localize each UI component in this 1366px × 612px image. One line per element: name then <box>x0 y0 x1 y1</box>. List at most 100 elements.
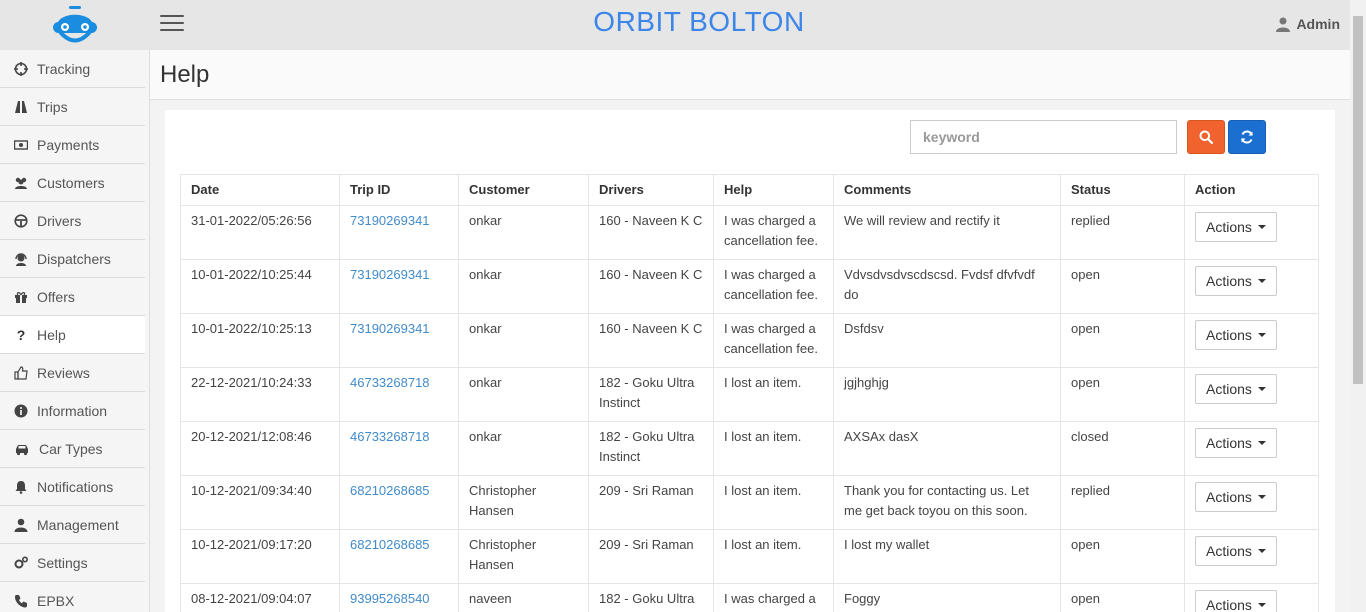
cell-driver: 182 - Goku Ultra Instinct <box>588 583 714 612</box>
thumbs-up-icon <box>14 365 28 380</box>
column-header-status[interactable]: Status <box>1060 174 1185 206</box>
cell-trip-id-link[interactable]: 46733268718 <box>339 367 459 422</box>
cell-comments: Thank you for contacting us. Let me get … <box>833 475 1061 530</box>
caret-down-icon <box>1257 333 1266 337</box>
cell-trip-id-link[interactable]: 73190269341 <box>339 205 459 260</box>
sidebar-item-information[interactable]: Information <box>0 392 145 430</box>
caret-down-icon <box>1257 495 1266 499</box>
sidebar-item-trips[interactable]: Trips <box>0 88 145 126</box>
actions-dropdown-button[interactable]: Actions <box>1195 374 1277 404</box>
actions-dropdown-button[interactable]: Actions <box>1195 266 1277 296</box>
sidebar-item-payments[interactable]: Payments <box>0 126 145 164</box>
actions-label: Actions <box>1206 273 1252 289</box>
sidebar-item-settings[interactable]: Settings <box>0 544 145 582</box>
column-header-trip-id[interactable]: Trip ID <box>339 174 459 206</box>
cell-trip-id-link[interactable]: 73190269341 <box>339 313 459 368</box>
sidebar-item-help[interactable]: ? Help <box>0 316 145 354</box>
cell-customer: onkar <box>458 205 589 260</box>
refresh-button[interactable] <box>1228 120 1266 154</box>
column-header-help[interactable]: Help <box>713 174 834 206</box>
sidebar-item-label: Customers <box>37 174 105 191</box>
table-row: 10-12-2021/09:17:20 68210268685 Christophe… <box>180 529 1319 584</box>
search-input[interactable] <box>910 120 1177 154</box>
actions-dropdown-button[interactable]: Actions <box>1195 320 1277 350</box>
sidebar-item-dispatchers[interactable]: Dispatchers <box>0 240 145 278</box>
cell-status: replied <box>1060 475 1185 530</box>
actions-label: Actions <box>1206 543 1252 559</box>
cell-trip-id-link[interactable]: 68210268685 <box>339 529 459 584</box>
actions-label: Actions <box>1206 381 1252 397</box>
cell-comments: jgjhghjg <box>833 367 1061 422</box>
brand-title: ORBIT BOLTON <box>593 6 805 37</box>
actions-dropdown-button[interactable]: Actions <box>1195 482 1277 512</box>
column-header-comments[interactable]: Comments <box>833 174 1061 206</box>
table-row: 10-01-2022/10:25:44 73190269341 onkar 160 -… <box>180 259 1319 314</box>
crosshair-icon <box>14 61 28 76</box>
cell-date: 10-12-2021/09:17:20 <box>180 529 340 584</box>
sidebar-item-label: Reviews <box>37 364 90 381</box>
search-button[interactable] <box>1187 120 1225 154</box>
actions-label: Actions <box>1206 435 1252 451</box>
cell-action: Actions <box>1184 313 1319 368</box>
actions-label: Actions <box>1206 489 1252 505</box>
cell-action: Actions <box>1184 475 1319 530</box>
column-header-date[interactable]: Date <box>180 174 340 206</box>
actions-label: Actions <box>1206 219 1252 235</box>
sidebar-item-label: Management <box>37 516 119 533</box>
actions-dropdown-button[interactable]: Actions <box>1195 428 1277 458</box>
sidebar-item-label: Trips <box>37 98 68 115</box>
user-menu[interactable]: Admin <box>1276 16 1340 32</box>
table-header-row: Date Trip ID Customer Drivers Help Comme… <box>180 174 1319 206</box>
table-row: 31-01-2022/05:26:56 73190269341 onkar 160 -… <box>180 205 1319 260</box>
cell-status: replied <box>1060 205 1185 260</box>
cell-customer: Christopher Hansen <box>458 475 589 530</box>
scrollbar-thumb[interactable] <box>1353 16 1363 384</box>
sidebar-item-car-types[interactable]: Car Types <box>0 430 145 468</box>
caret-down-icon <box>1257 603 1266 607</box>
cell-help: I lost an item. <box>713 529 834 584</box>
user-name: Admin <box>1296 16 1340 32</box>
sidebar-item-reviews[interactable]: Reviews <box>0 354 145 392</box>
sidebar-item-offers[interactable]: Offers <box>0 278 145 316</box>
sidebar-item-label: EPBX <box>37 592 75 609</box>
cell-status: open <box>1060 313 1185 368</box>
actions-dropdown-button[interactable]: Actions <box>1195 212 1277 242</box>
cell-help: I was charged a cancellation fee. <box>713 259 834 314</box>
sidebar-item-label: Help <box>37 326 66 343</box>
car-icon <box>14 442 30 456</box>
sidebar-item-drivers[interactable]: Drivers <box>0 202 145 240</box>
cell-trip-id-link[interactable]: 68210268685 <box>339 475 459 530</box>
cell-comments: We will review and rectify it <box>833 205 1061 260</box>
column-header-drivers[interactable]: Drivers <box>588 174 714 206</box>
table-row: 08-12-2021/09:04:07 93995268540 naveen 182 … <box>180 583 1319 612</box>
page-scrollbar[interactable] <box>1350 0 1366 612</box>
page-header: Help <box>150 50 1350 100</box>
column-header-customer[interactable]: Customer <box>458 174 589 206</box>
cell-customer: onkar <box>458 313 589 368</box>
cell-status: open <box>1060 259 1185 314</box>
steering-wheel-icon <box>14 213 28 228</box>
cell-date: 10-01-2022/10:25:13 <box>180 313 340 368</box>
actions-dropdown-button[interactable]: Actions <box>1195 590 1277 612</box>
cell-action: Actions <box>1184 205 1319 260</box>
sidebar-item-customers[interactable]: Customers <box>0 164 145 202</box>
sidebar-item-management[interactable]: Management <box>0 506 145 544</box>
sidebar-item-label: Tracking <box>37 60 91 77</box>
actions-dropdown-button[interactable]: Actions <box>1195 536 1277 566</box>
cell-trip-id-link[interactable]: 93995268540 <box>339 583 459 612</box>
money-icon <box>14 138 28 152</box>
sidebar-item-epbx[interactable]: EPBX <box>0 582 145 612</box>
cell-help: I was charged a cancellation fee. <box>713 205 834 260</box>
caret-down-icon <box>1257 387 1266 391</box>
cell-trip-id-link[interactable]: 73190269341 <box>339 259 459 314</box>
cell-help: I was charged a cancellation fee. <box>713 583 834 612</box>
sidebar-item-label: Offers <box>37 288 75 305</box>
cell-date: 10-12-2021/09:34:40 <box>180 475 340 530</box>
sidebar-item-label: Car Types <box>39 440 103 457</box>
cell-trip-id-link[interactable]: 46733268718 <box>339 421 459 476</box>
sidebar-item-label: Drivers <box>37 212 82 229</box>
sidebar-item-notifications[interactable]: Notifications <box>0 468 145 506</box>
gears-icon <box>14 556 28 570</box>
cell-comments: I lost my wallet <box>833 529 1061 584</box>
sidebar-item-tracking[interactable]: Tracking <box>0 50 145 88</box>
